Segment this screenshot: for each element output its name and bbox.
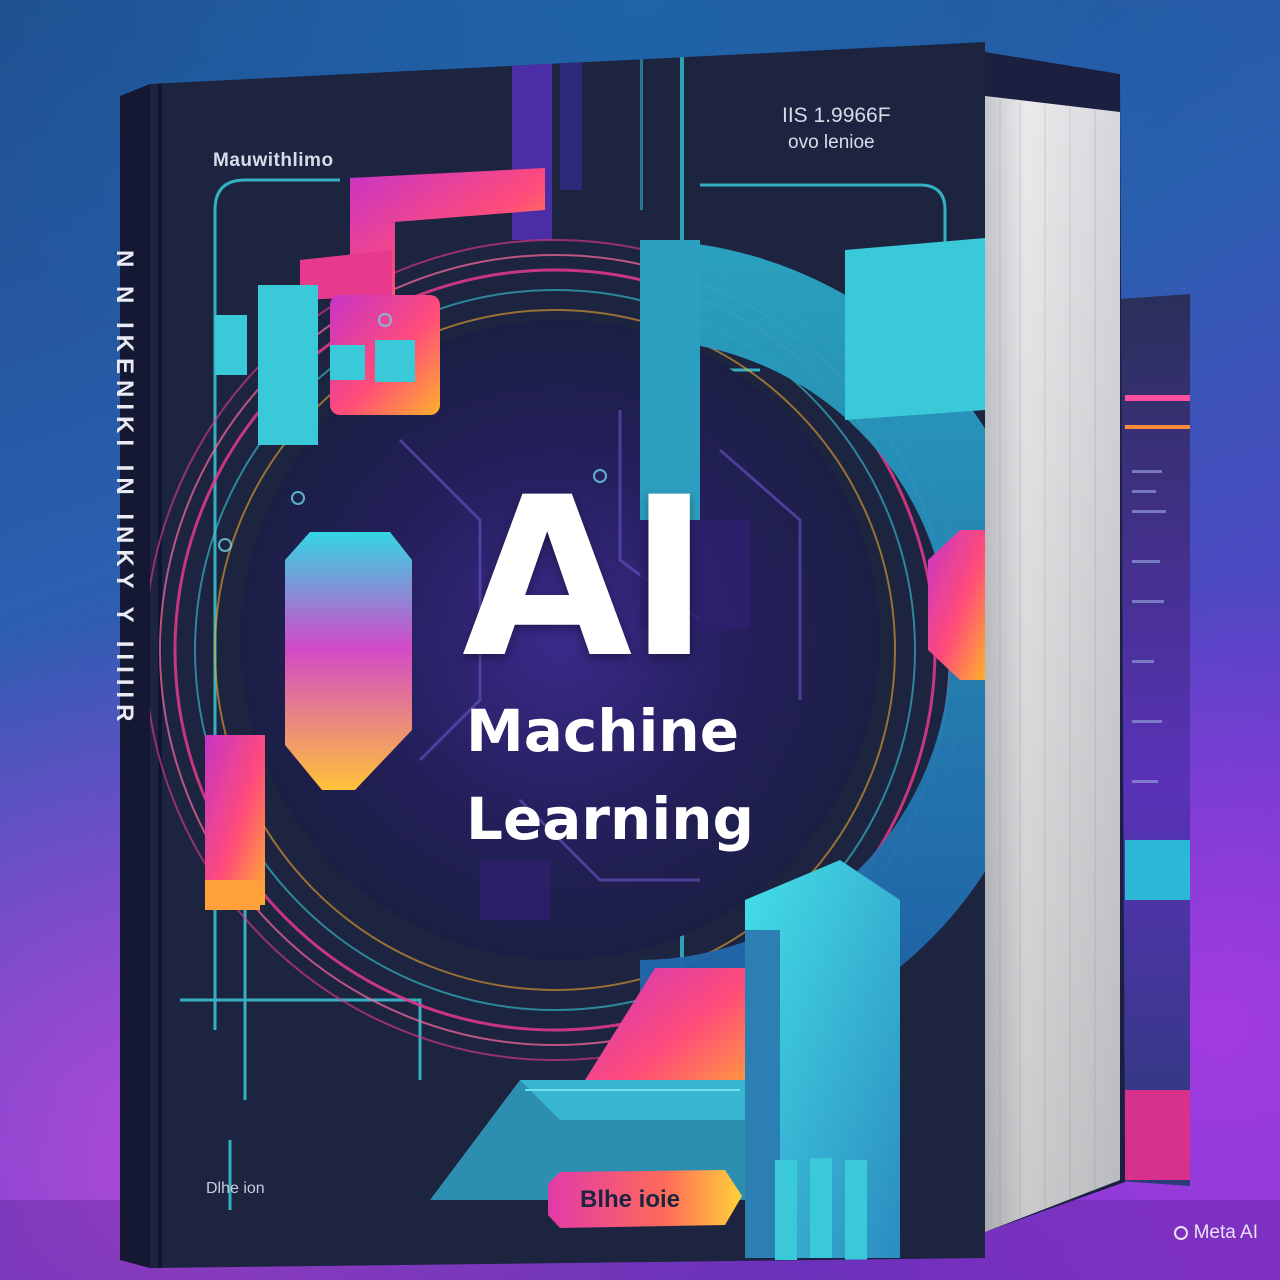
cover-top-right-line2: ovo lenioe	[788, 132, 875, 153]
main-book-pages	[985, 52, 1125, 1232]
right-hexagon	[928, 530, 985, 680]
badge-label: Blhe ioie	[580, 1186, 681, 1213]
cyan-square-2	[258, 285, 318, 445]
watermark-label: Meta AI	[1193, 1222, 1258, 1243]
pink-left-block	[205, 735, 265, 905]
book-subtitle-line1: Machine	[466, 697, 740, 765]
bar-3	[845, 1160, 867, 1260]
book-subtitle-line2: Learning	[466, 785, 755, 853]
cyan-panel	[845, 238, 985, 420]
book-title-ai: AI	[462, 450, 710, 706]
cover-top-right-line1: IIS 1.9966F	[782, 104, 891, 127]
cyan-square-1	[215, 315, 247, 375]
cover-author-text: Dlhe ion	[206, 1180, 265, 1197]
meta-ai-ring-icon	[1173, 1226, 1188, 1240]
cyan-square-3	[330, 345, 365, 380]
bar-2	[810, 1158, 832, 1258]
bar-1	[775, 1160, 797, 1260]
cyan-square-4	[375, 340, 415, 382]
cover-publisher-text: Mauwithlimo	[213, 150, 334, 171]
scene: Mauwithlimo IIS 1.9966F ovo lenioe AI Ma…	[0, 0, 1280, 1280]
spine-text: N N IKENIKI IN INKY Y IIIIIR	[111, 250, 138, 728]
watermark: Meta AI	[1173, 1222, 1258, 1244]
